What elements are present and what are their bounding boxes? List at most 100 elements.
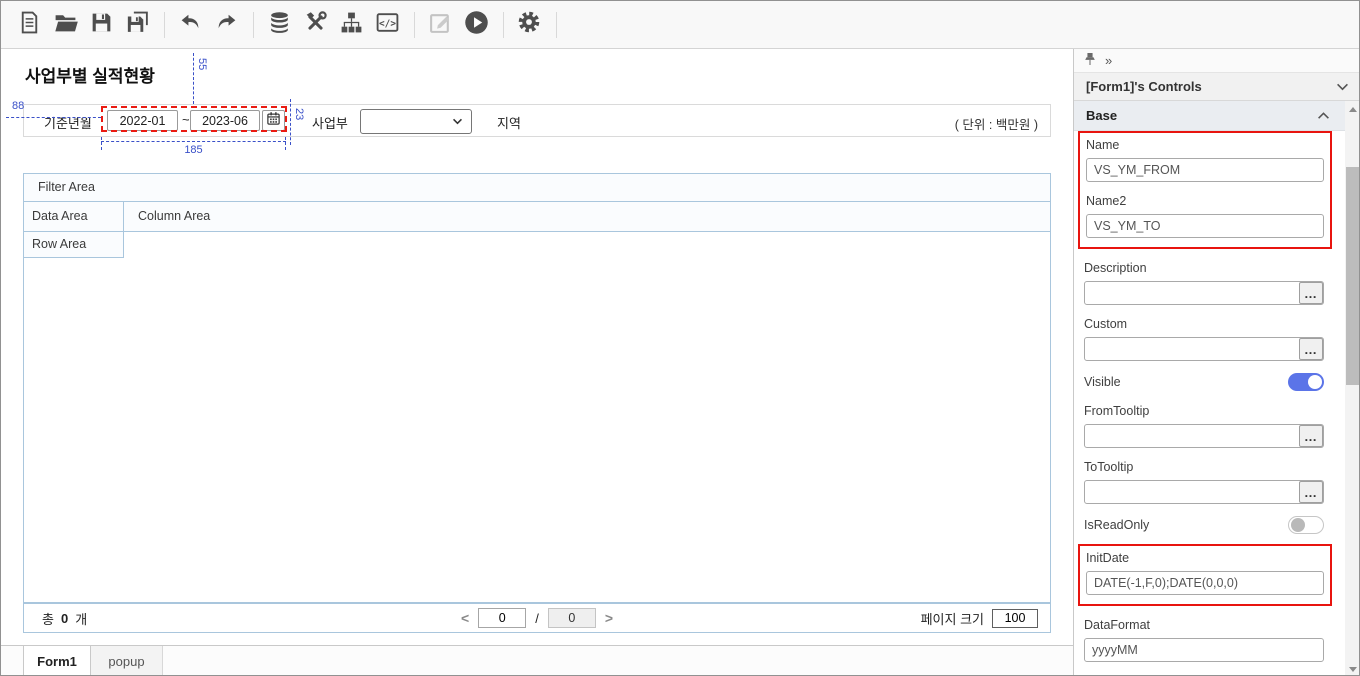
data-area-cell[interactable]: Data Area xyxy=(24,202,124,232)
page-size-control: 페이지 크기 xyxy=(921,609,1038,628)
property-list: Name Name2 Description … Custom xyxy=(1074,131,1346,676)
edit-button[interactable] xyxy=(423,8,457,42)
prop-custom-input[interactable] xyxy=(1084,337,1324,361)
open-folder-icon xyxy=(53,10,78,40)
prop-initdate: InitDate xyxy=(1086,551,1324,595)
toggle-knob xyxy=(1308,375,1322,389)
row-area-cell[interactable]: Row Area xyxy=(24,232,124,258)
prev-page-button[interactable]: < xyxy=(461,610,469,626)
visible-toggle[interactable] xyxy=(1288,373,1324,391)
ellipsis-button[interactable]: … xyxy=(1299,282,1323,304)
filter-area-cell[interactable]: Filter Area xyxy=(24,174,1050,202)
run-button[interactable] xyxy=(459,8,493,42)
isreadonly-toggle[interactable] xyxy=(1288,516,1324,534)
chevron-down-icon xyxy=(1336,83,1349,91)
total-label: 총 xyxy=(42,609,54,628)
total-value: 0 xyxy=(61,611,68,626)
prop-name: Name xyxy=(1086,138,1324,182)
total-pages-field xyxy=(548,608,596,628)
page-size-label: 페이지 크기 xyxy=(921,609,984,628)
selection-highlight-names: Name Name2 xyxy=(1078,131,1332,249)
division-select[interactable] xyxy=(360,109,472,134)
ellipsis-button[interactable]: … xyxy=(1299,338,1323,360)
measure-label-55: 55 xyxy=(196,58,208,70)
tab-popup[interactable]: popup xyxy=(91,646,163,676)
pagination: < / > xyxy=(461,608,613,628)
section-base-header[interactable]: Base xyxy=(1074,101,1346,131)
controls-header[interactable]: [Form1]'s Controls xyxy=(1074,73,1360,101)
prop-dataformat: DataFormat xyxy=(1084,618,1324,662)
prop-description: Description … xyxy=(1084,261,1324,305)
save-button[interactable] xyxy=(84,8,118,42)
code-editor-icon: </> xyxy=(375,10,400,40)
scroll-down-button[interactable] xyxy=(1345,662,1360,676)
division-label: 사업부 xyxy=(312,113,348,132)
page-title: 사업부별 실적현황 xyxy=(25,62,155,87)
new-document-button[interactable] xyxy=(12,8,46,42)
pin-icon[interactable] xyxy=(1084,52,1096,69)
undo-icon xyxy=(178,10,203,40)
prop-name2: Name2 xyxy=(1086,194,1324,238)
sitemap-button[interactable] xyxy=(334,8,368,42)
panel-scrollbar[interactable] xyxy=(1345,101,1360,676)
prop-name-label: Name xyxy=(1086,138,1324,152)
prop-name-input[interactable] xyxy=(1086,158,1324,182)
run-icon xyxy=(463,9,490,41)
selection-highlight-daterange xyxy=(101,106,287,132)
prop-fromtooltip-input[interactable] xyxy=(1084,424,1324,448)
redo-icon xyxy=(214,10,239,40)
toggle-knob xyxy=(1291,518,1305,532)
tools-button[interactable] xyxy=(298,8,332,42)
tab-form1[interactable]: Form1 xyxy=(23,646,91,676)
save-all-button[interactable] xyxy=(120,8,154,42)
ellipsis-button[interactable]: … xyxy=(1299,425,1323,447)
form-tabstrip: Form1 popup xyxy=(1,645,1073,676)
save-icon xyxy=(89,10,114,40)
measure-line-185 xyxy=(101,141,286,142)
selection-highlight-initdate: InitDate xyxy=(1078,544,1332,606)
next-page-button[interactable]: > xyxy=(605,610,613,626)
current-page-input[interactable] xyxy=(478,608,526,628)
triangle-up-icon xyxy=(1349,107,1357,112)
collapse-panel-button[interactable]: » xyxy=(1105,53,1112,68)
scroll-up-button[interactable] xyxy=(1345,102,1360,116)
prop-dataformat-label: DataFormat xyxy=(1084,618,1324,632)
prop-totooltip-input[interactable] xyxy=(1084,480,1324,504)
design-canvas: 사업부별 실적현황 55 88 기준년월 ~ 23 사업부 지역 ( 단위 : … xyxy=(1,49,1073,676)
page-size-input[interactable] xyxy=(992,609,1038,628)
toolbar-separator xyxy=(503,12,504,38)
page-separator: / xyxy=(535,611,539,626)
toolbar-separator xyxy=(414,12,415,38)
section-base-label: Base xyxy=(1086,108,1117,123)
database-button[interactable] xyxy=(262,8,296,42)
ellipsis-button[interactable]: … xyxy=(1299,481,1323,503)
undo-button[interactable] xyxy=(173,8,207,42)
filter-toolbar: 기준년월 ~ 23 사업부 지역 ( 단위 : 백만원 ) xyxy=(23,104,1051,137)
edit-icon xyxy=(428,10,453,40)
open-folder-button[interactable] xyxy=(48,8,82,42)
redo-button[interactable] xyxy=(209,8,243,42)
scrollbar-thumb[interactable] xyxy=(1346,167,1360,385)
tools-icon xyxy=(303,10,328,40)
save-all-icon xyxy=(125,10,150,40)
prop-isreadonly: IsReadOnly xyxy=(1084,515,1324,535)
chevron-up-icon xyxy=(1317,112,1330,120)
prop-custom-label: Custom xyxy=(1084,317,1324,331)
form-designer-window: </> 사업부별 실적현황 55 88 기준년월 ~ 23 사업부 xyxy=(0,0,1360,676)
code-editor-button[interactable]: </> xyxy=(370,8,404,42)
measure-label-23: 23 xyxy=(293,108,305,120)
measure-label-88: 88 xyxy=(12,100,24,112)
column-area-cell[interactable]: Column Area xyxy=(124,202,1050,232)
prop-dataformat-input[interactable] xyxy=(1084,638,1324,662)
prop-name2-input[interactable] xyxy=(1086,214,1324,238)
settings-button[interactable] xyxy=(512,8,546,42)
pivot-layout-grid: Filter Area Data Area Column Area Row Ar… xyxy=(23,173,1051,603)
toolbar: </> xyxy=(1,1,1359,49)
prop-visible-label: Visible xyxy=(1084,375,1121,389)
measure-label-185: 185 xyxy=(101,144,286,156)
prop-initdate-label: InitDate xyxy=(1086,551,1324,565)
prop-description-label: Description xyxy=(1084,261,1324,275)
prop-initdate-input[interactable] xyxy=(1086,571,1324,595)
prop-name2-label: Name2 xyxy=(1086,194,1324,208)
prop-description-input[interactable] xyxy=(1084,281,1324,305)
